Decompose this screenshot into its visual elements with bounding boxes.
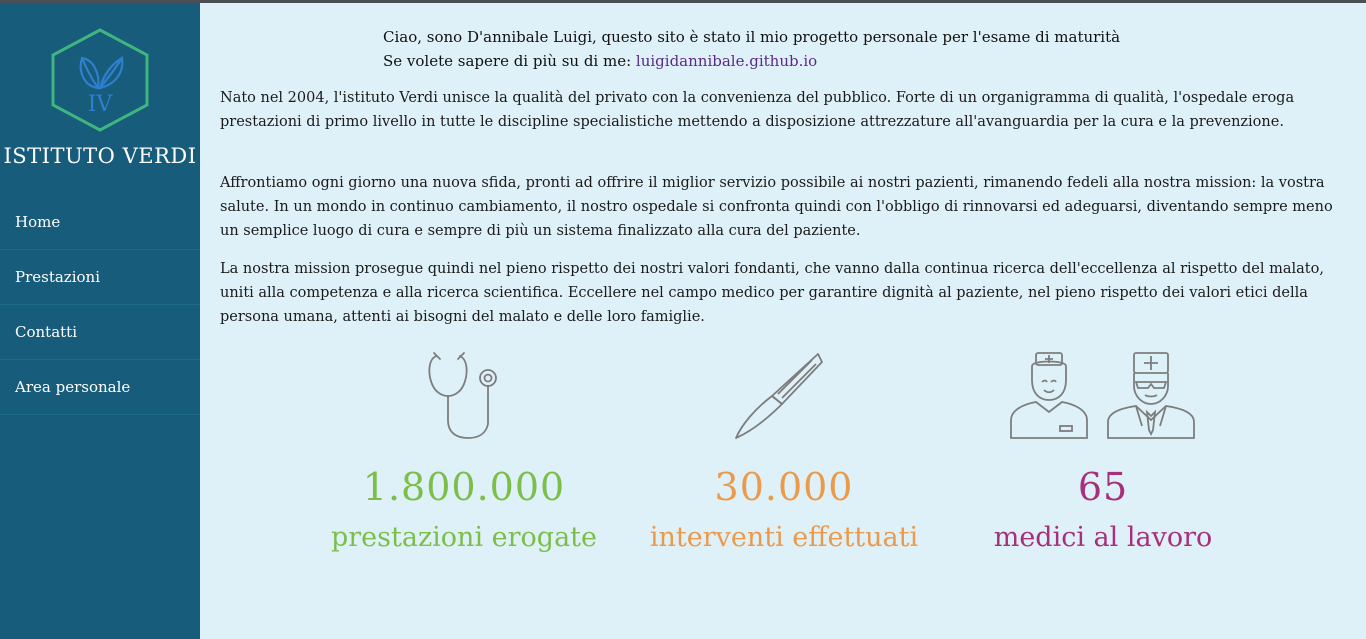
stat-label-medici: medici al lavoro bbox=[993, 522, 1213, 553]
stat-value-medici: 65 bbox=[1077, 465, 1129, 509]
stat-value-prestazioni: 1.800.000 bbox=[362, 465, 566, 509]
brand-name: ISTITUTO VERDI bbox=[3, 144, 197, 168]
nav-item-prestazioni[interactable]: Prestazioni bbox=[0, 250, 200, 305]
intro-line: Ciao, sono D'annibale Luigi, questo sito… bbox=[383, 28, 1121, 46]
doctors-icon bbox=[1010, 352, 1195, 439]
nav-item-home[interactable]: Home bbox=[0, 195, 200, 250]
sidebar-nav: Home Prestazioni Contatti Area personale bbox=[0, 195, 200, 415]
hexagon-leaf-logo-icon: IV bbox=[51, 28, 149, 132]
nav-item-contatti[interactable]: Contatti bbox=[0, 305, 200, 360]
sidebar: IV ISTITUTO VERDI Home Prestazioni Conta… bbox=[0, 3, 200, 639]
intro-contact-prefix: Se volete sapere di più su di me: bbox=[383, 52, 636, 70]
stat-label-interventi: interventi effettuati bbox=[649, 522, 919, 553]
intro-contact-line: Se volete sapere di più su di me: luigid… bbox=[383, 49, 1120, 73]
paragraph-challenge: Affrontiamo ogni giorno una nuova sfida,… bbox=[220, 175, 1333, 239]
paragraph-history: Nato nel 2004, l'istituto Verdi unisce l… bbox=[220, 90, 1295, 130]
personal-site-link[interactable]: luigidannibale.github.io bbox=[636, 52, 817, 70]
stethoscope-icon bbox=[428, 352, 497, 439]
paragraph-mission: La nostra mission prosegue quindi nel pi… bbox=[220, 261, 1324, 325]
stat-value-interventi: 30.000 bbox=[714, 465, 854, 509]
scalpel-icon bbox=[735, 353, 823, 439]
nav-item-area-personale[interactable]: Area personale bbox=[0, 360, 200, 415]
intro: Ciao, sono D'annibale Luigi, questo sito… bbox=[383, 25, 1120, 73]
stat-label-prestazioni: prestazioni erogate bbox=[330, 522, 598, 553]
logo-monogram: IV bbox=[88, 92, 114, 117]
main-content: Ciao, sono D'annibale Luigi, questo sito… bbox=[200, 3, 1366, 639]
